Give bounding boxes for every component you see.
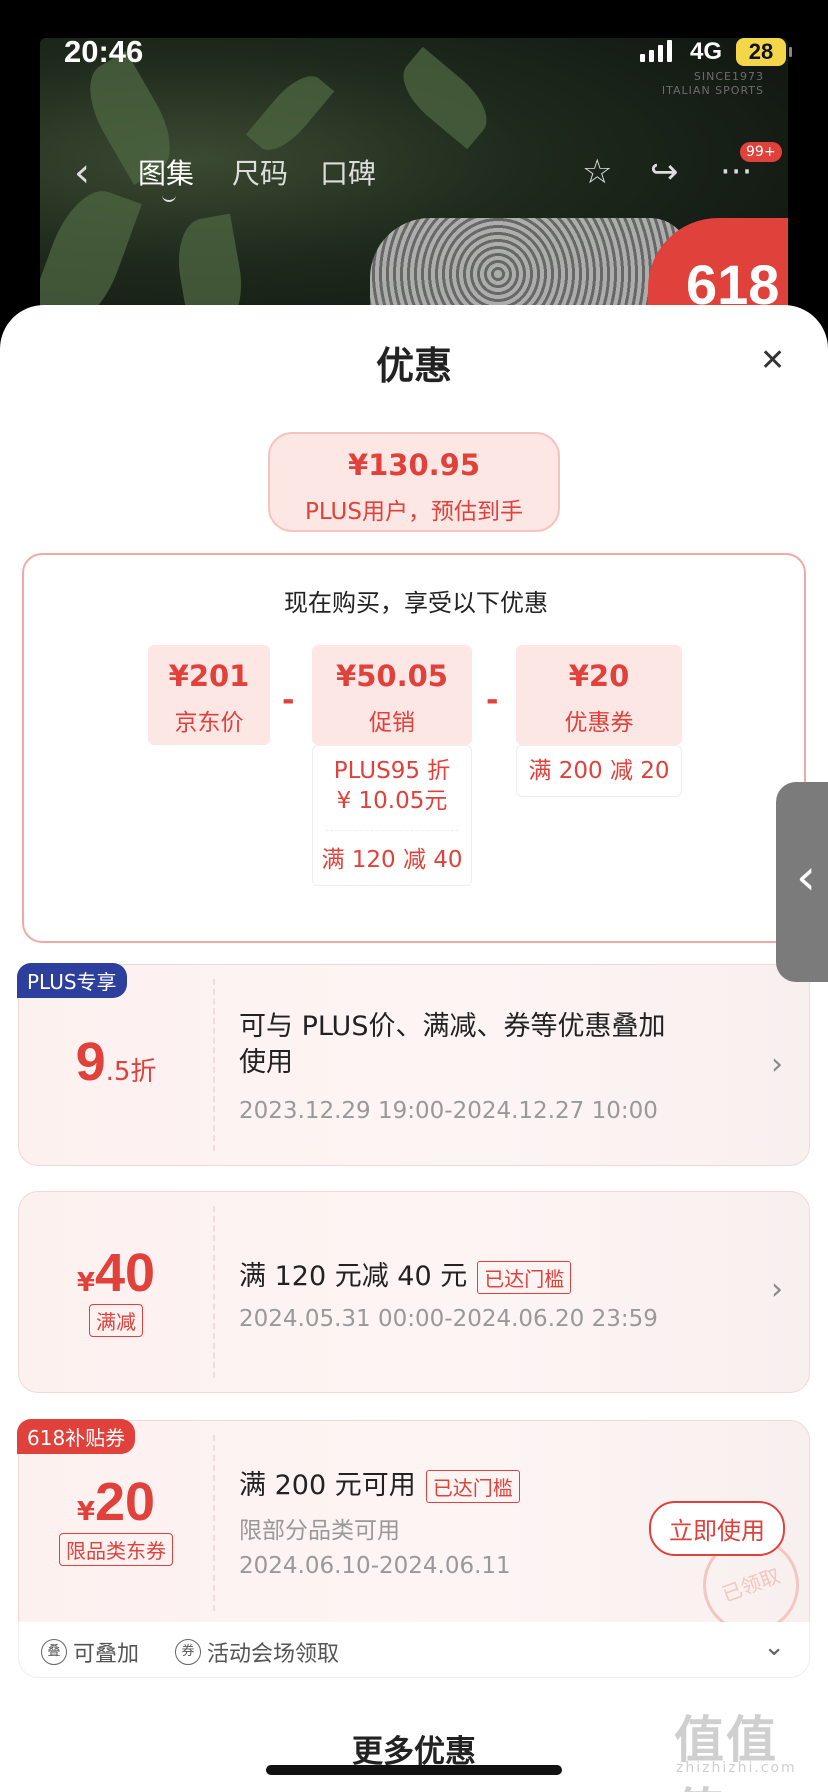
reduction-amount: ¥40 满减 [19, 1242, 213, 1337]
promo-item: ¥50.05 促销 [312, 645, 472, 745]
coupon-card-full-reduction[interactable]: ¥40 满减 满 120 元减 40 元已达门槛 2024.05.31 00:0… [18, 1191, 810, 1393]
plus-discount: 9.5折 [19, 1031, 213, 1093]
plus-desc-line2: 使用 [239, 1047, 293, 1078]
reduction-chip: 满减 [89, 1304, 143, 1337]
coupon-card-plus[interactable]: PLUS专享 9.5折 可与 PLUS价、满减、券等优惠叠加 使用 2023.1… [17, 963, 810, 1166]
jd-price-label: 京东价 [174, 710, 244, 736]
discount-sheet: 优惠 ✕ ¥130.95 PLUS用户，预估到手 现在购买，享受以下优惠 ¥20… [0, 305, 828, 1792]
plus-discount-number: 9 [75, 1032, 106, 1092]
tab-size[interactable]: 尺码 [232, 152, 288, 192]
jd-price-value: ¥201 [168, 659, 250, 693]
coupon-label: 优惠券 [564, 710, 634, 736]
chevron-right-icon[interactable]: › [771, 1272, 783, 1307]
status-time: 20:46 [64, 34, 144, 69]
threshold-reached-chip: 已达门槛 [477, 1261, 572, 1294]
discount-breakdown: 现在购买，享受以下优惠 ¥201 京东价 - ¥50.05 促销 - ¥20 优… [22, 553, 806, 943]
close-icon[interactable]: ✕ [760, 343, 785, 378]
network-label: 4G [690, 38, 723, 65]
tab-reviews[interactable]: 口碑 [320, 152, 376, 192]
plus-desc: 可与 PLUS价、满减、券等优惠叠加 使用 2023.12.29 19:00-2… [239, 1009, 739, 1129]
jd-price-item: ¥201 京东价 [148, 645, 270, 745]
yen-sign: ¥ [76, 1268, 95, 1298]
signal-icon [640, 40, 672, 62]
stackable-info: 叠 可叠加 [41, 1636, 139, 1668]
coupon-value: ¥20 [568, 659, 630, 693]
plus-desc-line1: 可与 PLUS价、满减、券等优惠叠加 [239, 1011, 666, 1042]
watermark: 值值值 [674, 1711, 778, 1792]
back-icon[interactable]: ‹ [74, 150, 90, 196]
promo-detail-full-reduction: 满 120 减 40 [321, 847, 463, 873]
plus-discount-unit: .5折 [105, 1057, 157, 1087]
side-drawer-handle[interactable]: ‹ [776, 782, 828, 982]
sheet-title: 优惠 [375, 344, 452, 388]
promo-detail-plus: PLUS95 折 [333, 758, 451, 784]
use-now-button[interactable]: 立即使用 [649, 1501, 785, 1556]
coupon-card-618: 618补贴券 ¥20 限品类东券 满 200 元可用 已达门槛 限部分品类可用 2… [17, 1419, 813, 1647]
minus-sign: - [282, 683, 295, 718]
coupon-item: ¥20 优惠券 [516, 645, 682, 745]
subsidy-period: 2024.06.10-2024.06.11 [239, 1553, 511, 1579]
reduction-desc: 满 120 元减 40 元已达门槛 2024.05.31 00:00-2024.… [239, 1254, 658, 1332]
battery-icon: 28 [736, 38, 792, 66]
coupon-detail-threshold: 满 200 减 20 [528, 758, 670, 784]
tab-gallery[interactable]: 图集 [138, 152, 194, 202]
message-badge: 99+ [740, 142, 782, 162]
promo-detail: PLUS95 折 ¥ 10.05元 满 120 减 40 [312, 745, 472, 886]
chevron-right-icon[interactable]: › [771, 1047, 783, 1082]
coupon-detail: 满 200 减 20 [516, 745, 682, 797]
stackable-label: 可叠加 [73, 1642, 140, 1667]
estimated-price-label: PLUS用户，预估到手 [305, 499, 523, 525]
subsidy-desc: 满 200 元可用 已达门槛 限部分品类可用 2024.06.10-2024.06… [239, 1463, 520, 1579]
plus-period: 2023.12.29 19:00-2024.12.27 10:00 [239, 1098, 658, 1124]
subsidy-tag: 618补贴券 [17, 1419, 136, 1454]
product-nav: ‹ 图集 尺码 口碑 ☆ ↪ ··· [0, 140, 828, 202]
home-indicator [266, 1765, 562, 1775]
stack-icon: 叠 [41, 1639, 67, 1665]
star-icon[interactable]: ☆ [582, 152, 612, 192]
reduction-period: 2024.05.31 00:00-2024.06.20 23:59 [239, 1306, 658, 1332]
status-bar: 20:46 4G 28 [0, 0, 828, 100]
promo-label: 促销 [369, 710, 415, 736]
promo-value: ¥50.05 [336, 659, 448, 693]
promo-detail-amount: ¥ 10.05元 [336, 788, 448, 814]
minus-sign: - [486, 683, 499, 718]
chevron-down-icon[interactable]: ⌄ [763, 1632, 785, 1662]
subsidy-title: 满 200 元可用 [239, 1470, 416, 1501]
subsidy-amount: ¥20 限品类东券 [19, 1471, 213, 1566]
source-info: 券 活动会场领取 [175, 1636, 339, 1668]
subsidy-limit: 限部分品类可用 [239, 1518, 400, 1544]
breakdown-heading: 现在购买，享受以下优惠 [284, 589, 548, 617]
reduction-number: 40 [95, 1243, 156, 1303]
estimated-price-value: ¥130.95 [347, 448, 481, 482]
yen-sign: ¥ [76, 1497, 95, 1527]
plus-tag: PLUS专享 [17, 963, 127, 998]
share-icon[interactable]: ↪ [650, 152, 679, 192]
coupon-footer[interactable]: 叠 可叠加 券 活动会场领取 ⌄ [18, 1622, 810, 1678]
subsidy-number: 20 [95, 1472, 156, 1532]
threshold-reached-chip: 已达门槛 [425, 1470, 520, 1503]
subsidy-chip: 限品类东券 [59, 1533, 173, 1566]
source-label: 活动会场领取 [207, 1642, 340, 1667]
reduction-title: 满 120 元减 40 元 [239, 1261, 468, 1292]
ticket-icon: 券 [175, 1639, 201, 1665]
estimated-price: ¥130.95 PLUS用户，预估到手 [268, 432, 560, 532]
watermark-url: zhizhizhi.com [676, 1760, 797, 1776]
